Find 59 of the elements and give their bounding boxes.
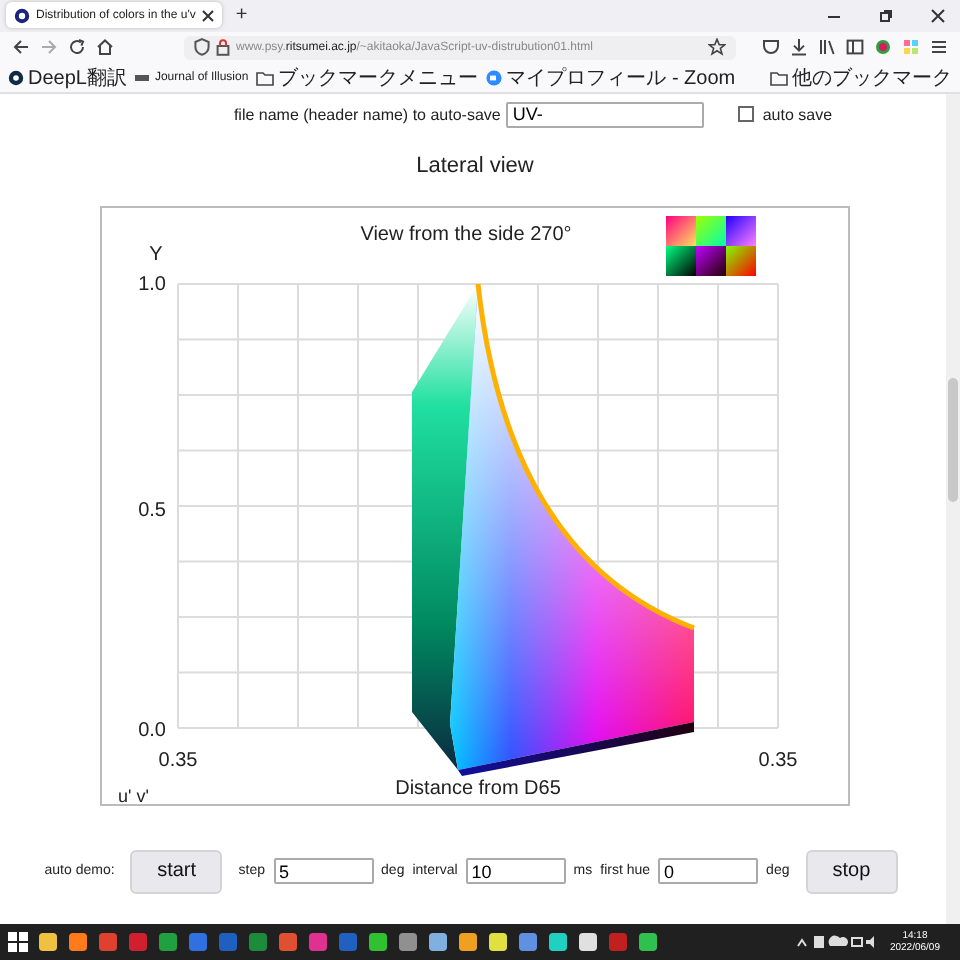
menu-icon[interactable] [930,38,948,57]
home-icon[interactable] [96,38,114,57]
checkbox-label: auto save [762,105,833,124]
stop-button[interactable]: stop [805,849,898,894]
extension-icon[interactable] [902,38,920,57]
number-input[interactable]: 5 [273,858,374,885]
bookmark-item[interactable]: DeepL翻訳 [8,63,127,92]
windows-logo-icon[interactable] [8,932,28,953]
bookmark-item[interactable]: ブックマークメニュー [256,63,479,92]
shield-icon [194,38,210,57]
tick-label: 1.0 [138,273,166,296]
reload-icon[interactable] [68,38,86,57]
app-icon[interactable] [458,932,478,953]
app-icon[interactable] [638,932,658,953]
scrollbar[interactable] [946,93,960,925]
extension-icon[interactable] [874,38,892,57]
close-icon[interactable] [201,9,214,22]
library-icon[interactable] [818,38,836,57]
back-arrow-icon[interactable] [12,38,30,57]
restore-icon[interactable] [878,7,894,24]
app-icon[interactable] [68,932,88,953]
app-icon[interactable] [398,932,418,953]
axis-label: Y [149,243,163,266]
filename-input[interactable]: UV- [506,101,705,128]
field-label: file name (header name) to auto-save [233,105,501,124]
sidebar-icon[interactable] [846,38,864,57]
tick-label: 0.5 [138,499,166,522]
star-icon[interactable] [708,38,726,57]
app-icon[interactable] [518,932,538,953]
number-input[interactable]: 10 [465,858,566,885]
scrollbar-thumb[interactable] [948,377,958,502]
checkbox[interactable] [738,106,755,123]
folder-icon [256,69,275,86]
app-icon[interactable] [488,932,508,953]
corner-label: u' v' [118,785,149,804]
pocket-icon[interactable] [762,38,780,57]
tick-label: 0.0 [138,719,166,742]
download-icon[interactable] [790,38,808,57]
number-input[interactable]: 0 [658,858,759,885]
system-tray-icons[interactable] [795,934,876,951]
section-heading: Lateral view [416,153,534,178]
app-icon[interactable] [548,932,568,953]
bookmark-item[interactable]: 他のブックマーク [770,63,952,92]
app-icon[interactable] [38,932,58,953]
bookmark-item[interactable]: マイプロフィール - Zoom [486,63,736,92]
axis-label: Distance from D65 [395,777,561,800]
tick-label: 0.35 [758,749,798,772]
color-swatch-drawing [666,215,756,276]
folder-icon [770,69,788,86]
plot-title: View from the side 270° [360,223,572,246]
close-icon[interactable] [930,7,946,24]
app-icon[interactable] [428,932,448,953]
lock-icon [216,38,230,57]
tick-label: 0.35 [158,749,198,772]
start-button[interactable]: start [130,849,223,894]
app-icon[interactable] [368,932,388,953]
video-camera-icon [486,69,503,86]
app-icon[interactable] [578,932,598,953]
new-tab-button[interactable]: + [229,4,254,27]
